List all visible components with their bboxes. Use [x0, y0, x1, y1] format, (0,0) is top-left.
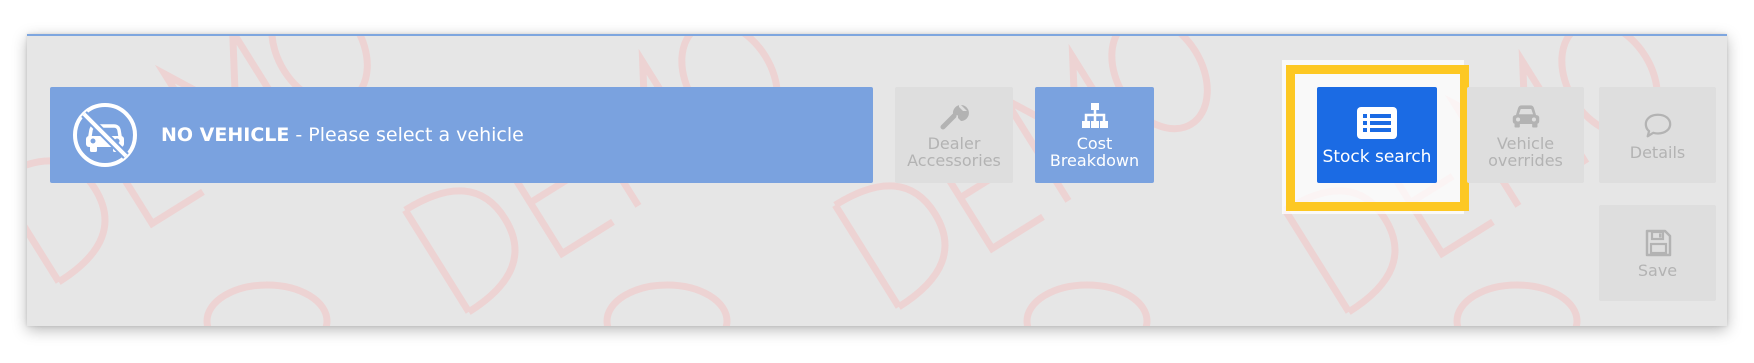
vehicle-status-subtitle: - Please select a vehicle	[289, 124, 524, 146]
dealer-accessories-label-line2: Accessories	[907, 151, 1001, 170]
car-icon	[1511, 101, 1541, 131]
no-vehicle-icon	[72, 102, 138, 168]
vehicle-overrides-label-line2: overrides	[1488, 151, 1563, 170]
vehicle-selection-bar[interactable]: NO VEHICLE - Please select a vehicle	[50, 87, 873, 183]
floppy-disk-icon	[1643, 228, 1673, 258]
vehicle-status-title: NO VEHICLE	[161, 124, 290, 146]
save-button[interactable]: Save	[1599, 205, 1716, 301]
dealer-accessories-button[interactable]: Dealer Accessories	[895, 87, 1013, 183]
stock-search-label: Stock search	[1322, 146, 1432, 167]
list-icon	[1355, 105, 1399, 141]
vehicle-toolbar-panel: NO VEHICLE - Please select a vehicle Dea…	[27, 34, 1727, 326]
vehicle-status-text: NO VEHICLE - Please select a vehicle	[161, 123, 524, 147]
save-label: Save	[1637, 260, 1678, 280]
details-button[interactable]: Details	[1599, 87, 1716, 183]
cost-breakdown-button[interactable]: Cost Breakdown	[1035, 87, 1154, 183]
wrench-icon	[939, 101, 969, 131]
vehicle-overrides-label-line1: Vehicle	[1496, 134, 1555, 153]
dealer-accessories-label-line1: Dealer	[927, 134, 981, 153]
sitemap-icon	[1080, 101, 1110, 131]
stock-search-button[interactable]: Stock search	[1317, 87, 1437, 183]
cost-breakdown-label-line1: Cost	[1076, 134, 1113, 153]
details-label: Details	[1629, 142, 1686, 162]
vehicle-overrides-button[interactable]: Vehicle overrides	[1467, 87, 1584, 183]
cost-breakdown-label-line2: Breakdown	[1049, 151, 1140, 170]
comment-icon	[1643, 110, 1673, 140]
